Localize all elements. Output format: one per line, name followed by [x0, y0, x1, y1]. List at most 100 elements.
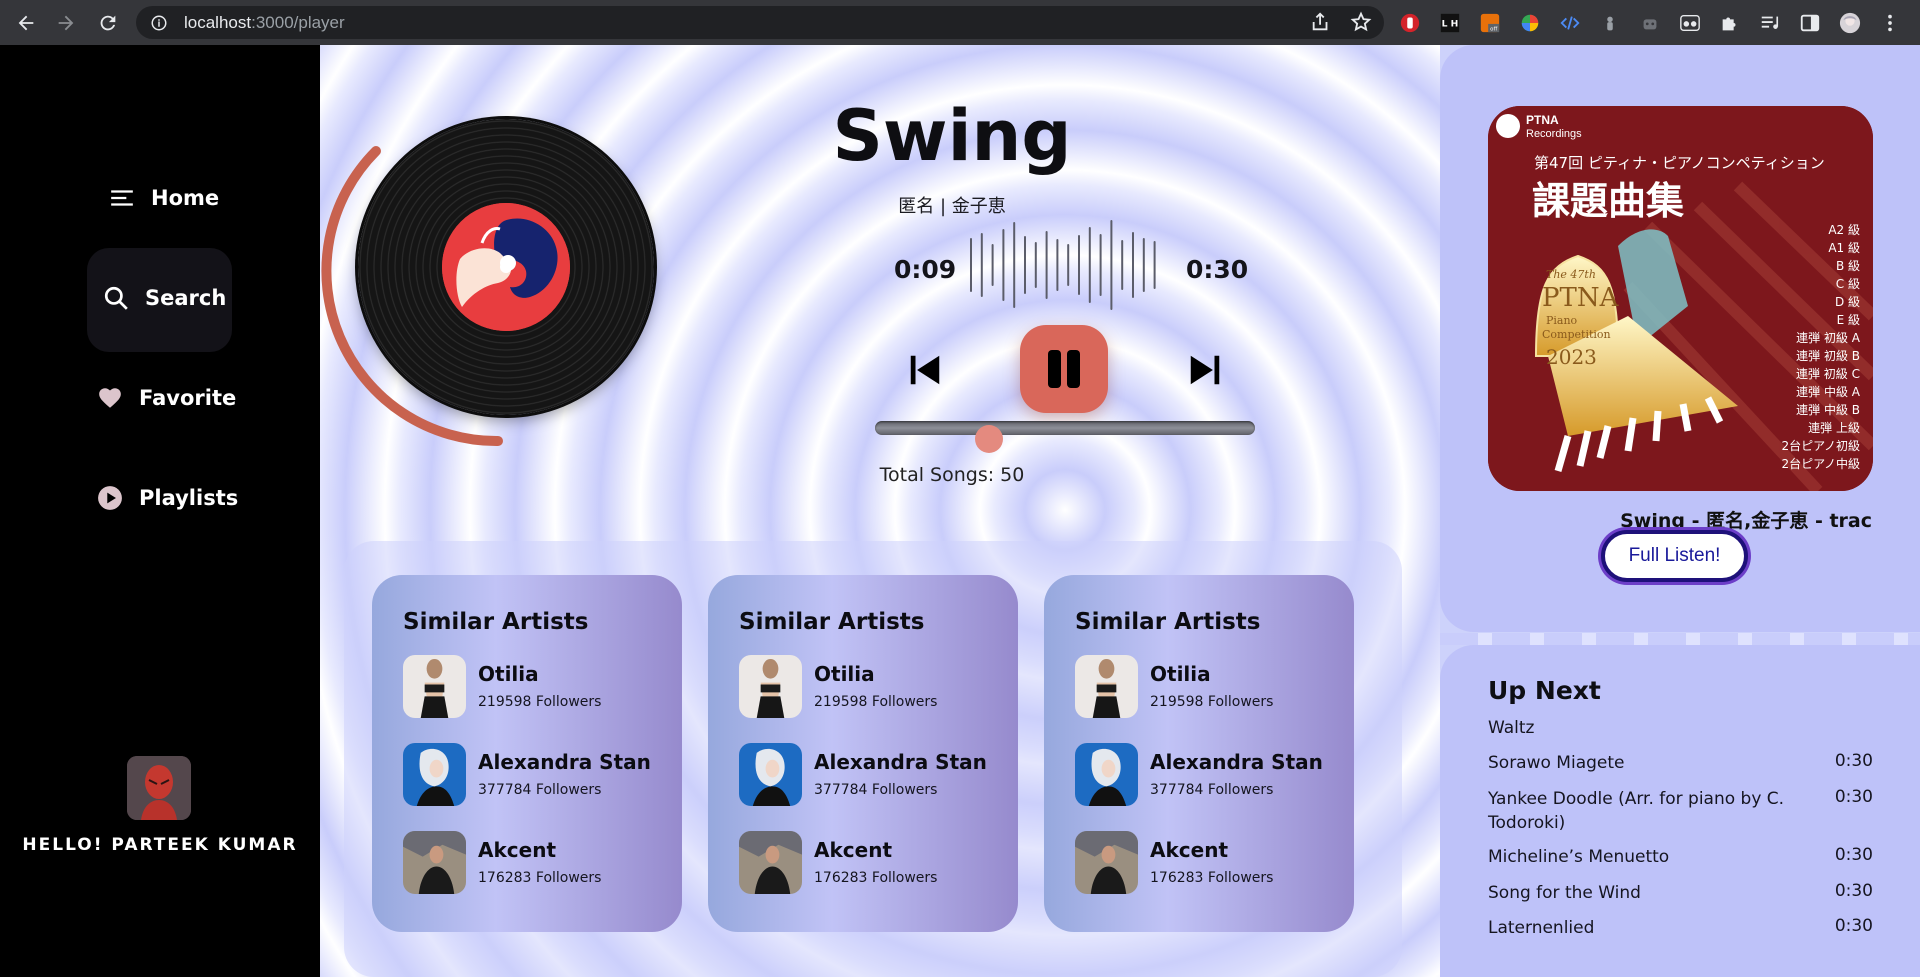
svg-text:連弾 初級 B: 連弾 初級 B — [1796, 349, 1860, 363]
up-next-item[interactable]: Yankee Doodle (Arr. for piano by C. Todo… — [1488, 787, 1873, 835]
forward-button[interactable] — [46, 0, 86, 45]
extension-person-icon[interactable] — [1594, 7, 1625, 38]
track-duration: 0:30 — [1834, 787, 1873, 807]
svg-text:A2 級: A2 級 — [1828, 223, 1860, 237]
svg-text:2台ピアノ中級: 2台ピアノ中級 — [1781, 456, 1860, 471]
back-button[interactable] — [6, 0, 46, 45]
up-next-item[interactable]: Sorawo Miagete 0:30 — [1488, 751, 1873, 775]
track-name: Micheline’s Menuetto — [1488, 847, 1670, 867]
artist-photo-akcent — [403, 830, 466, 894]
card-title: Similar Artists — [739, 609, 925, 635]
greeting-text: HELLO! PARTEEK KUMAR — [22, 835, 298, 855]
up-next-title: Up Next — [1488, 676, 1601, 705]
extension-code-icon[interactable] — [1554, 7, 1585, 38]
extension-stop-icon[interactable] — [1394, 7, 1425, 38]
track-duration: 0:30 — [1834, 751, 1873, 771]
user-avatar-image — [127, 756, 191, 820]
track-name: Song for the Wind — [1488, 883, 1641, 903]
card-title: Similar Artists — [403, 609, 589, 635]
similar-artists-card: Similar Artists Otilia 219598 Followers A… — [372, 575, 682, 932]
duration-time: 0:30 — [1186, 255, 1249, 284]
svg-text:L H: L H — [1441, 18, 1458, 29]
bookmark-star-icon[interactable] — [1350, 11, 1372, 33]
similar-artists-card: Similar Artists Otilia 219598 Followers A… — [708, 575, 1018, 932]
svg-text:Piano: Piano — [1546, 314, 1578, 327]
sidebar-item-playlists[interactable]: Playlists — [97, 485, 238, 511]
artist-row[interactable]: Otilia 219598 Followers — [403, 654, 682, 718]
previous-track-icon[interactable] — [906, 351, 944, 389]
full-listen-button[interactable]: Full Listen! — [1601, 530, 1748, 582]
svg-text:B 級: B 級 — [1836, 259, 1860, 273]
sidebar: Home Search Favorite Playlists HELLO! PA… — [0, 45, 320, 977]
artist-followers: 219598 Followers — [478, 694, 602, 710]
artist-row[interactable]: Akcent 176283 Followers — [739, 830, 1018, 894]
svg-text:連弾 上級: 連弾 上級 — [1808, 421, 1860, 435]
arrow-left-icon — [18, 15, 34, 30]
next-track-icon[interactable] — [1186, 351, 1224, 389]
artist-photo-otilia — [739, 654, 802, 718]
pause-button[interactable] — [1020, 325, 1108, 413]
up-next-item[interactable]: Micheline’s Menuetto 0:30 — [1488, 845, 1873, 869]
artist-name: Otilia — [814, 662, 875, 686]
extensions-puzzle-icon[interactable] — [1714, 7, 1745, 38]
search-icon — [104, 286, 128, 310]
extension-rss-icon[interactable]: off — [1474, 7, 1505, 38]
avatar[interactable] — [127, 756, 191, 820]
up-next-item[interactable]: Song for the Wind 0:30 — [1488, 881, 1873, 905]
up-next-item[interactable]: Laternenlied 0:30 — [1488, 916, 1873, 940]
svg-text:off: off — [1490, 26, 1497, 32]
arrow-right-icon — [58, 15, 74, 30]
artist-row[interactable]: Akcent 176283 Followers — [403, 830, 682, 894]
svg-text:連弾 初級 C: 連弾 初級 C — [1796, 367, 1860, 381]
artist-row[interactable]: Alexandra Stan 377784 Followers — [1075, 742, 1354, 806]
reload-button[interactable] — [88, 0, 128, 45]
extension-robot-icon[interactable] — [1634, 7, 1665, 38]
artist-photo-alexandra-stan — [1075, 742, 1138, 806]
artist-row[interactable]: Otilia 219598 Followers — [739, 654, 1018, 718]
seek-bar[interactable] — [875, 421, 1255, 435]
artist-row[interactable]: Alexandra Stan 377784 Followers — [739, 742, 1018, 806]
sidebar-item-favorite[interactable]: Favorite — [97, 385, 236, 411]
artist-name: Otilia — [478, 662, 539, 686]
extension-lh-icon[interactable]: L H — [1434, 7, 1465, 38]
elapsed-time: 0:09 — [894, 255, 957, 284]
album-cover: PTNA Recordings 第47回 ピティナ・ピアノコンペティション 課題… — [1488, 106, 1873, 491]
artist-followers: 377784 Followers — [1150, 782, 1274, 798]
artist-followers: 176283 Followers — [478, 870, 602, 886]
svg-text:Recordings: Recordings — [1526, 128, 1582, 140]
share-icon[interactable] — [1310, 11, 1332, 33]
artist-followers: 219598 Followers — [1150, 694, 1274, 710]
seek-handle[interactable] — [975, 425, 1003, 453]
artist-photo-alexandra-stan — [739, 742, 802, 806]
svg-text:A1 級: A1 級 — [1828, 241, 1860, 255]
artist-photo-akcent — [739, 830, 802, 894]
info-icon — [151, 15, 167, 30]
artist-row[interactable]: Alexandra Stan 377784 Followers — [403, 742, 682, 806]
artist-followers: 176283 Followers — [1150, 870, 1274, 886]
artist-name: Otilia — [1150, 662, 1211, 686]
svg-text:C 級: C 級 — [1836, 277, 1860, 291]
artist-row[interactable]: Otilia 219598 Followers — [1075, 654, 1354, 718]
svg-text:The 47th: The 47th — [1546, 268, 1596, 281]
artist-row[interactable]: Akcent 176283 Followers — [1075, 830, 1354, 894]
waveform-visualizer — [970, 220, 1156, 310]
sidebar-item-home[interactable]: Home — [109, 185, 219, 211]
media-controls-icon[interactable] — [1754, 7, 1785, 38]
vinyl-record — [358, 119, 654, 415]
artist-followers: 176283 Followers — [814, 870, 938, 886]
svg-text:PTNA: PTNA — [1542, 283, 1620, 313]
svg-text:Competition: Competition — [1542, 328, 1611, 341]
artist-name: Alexandra Stan — [1150, 750, 1323, 774]
artist-name: Alexandra Stan — [478, 750, 651, 774]
record-spindle — [500, 261, 512, 273]
up-next-item[interactable]: Waltz — [1488, 716, 1873, 740]
extension-glasses-icon[interactable] — [1674, 7, 1705, 38]
sidebar-item-search[interactable]: Search — [103, 285, 226, 311]
profile-avatar-icon[interactable] — [1834, 7, 1865, 38]
address-bar[interactable]: localhost:3000/player — [136, 6, 1384, 39]
side-panel-icon[interactable] — [1794, 7, 1825, 38]
heart-icon — [99, 388, 121, 408]
total-songs: Total Songs: 50 — [879, 464, 1025, 486]
kebab-menu-icon[interactable] — [1874, 7, 1905, 38]
extension-color-wheel-icon[interactable] — [1514, 7, 1545, 38]
